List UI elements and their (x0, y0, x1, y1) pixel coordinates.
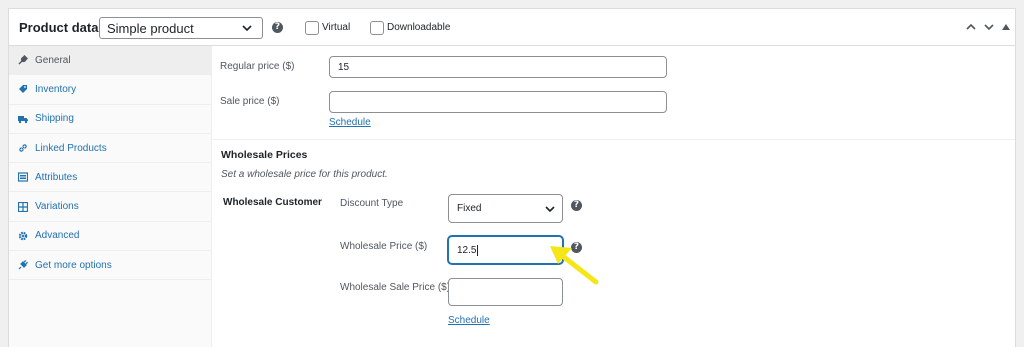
sidebar-item-label: Inventory (35, 83, 77, 95)
product-data-panel: Product data — Simple product ? Virtual … (8, 8, 1016, 347)
sidebar-item-attributes[interactable]: Attributes (9, 163, 211, 193)
sidebar-item-label: Linked Products (35, 142, 107, 154)
sidebar-item-shipping[interactable]: Shipping (9, 105, 211, 134)
annotation-arrow-icon (550, 246, 599, 285)
help-icon[interactable]: ? (272, 22, 283, 33)
chevron-down-icon (545, 206, 555, 213)
sidebar-item-label: Shipping (35, 113, 74, 125)
tag-icon (18, 84, 28, 94)
chevron-down-icon (242, 25, 252, 32)
schedule-link[interactable]: Schedule (329, 117, 371, 128)
truck-icon (18, 114, 28, 124)
regular-price-value: 15 (338, 61, 350, 73)
virtual-label: Virtual (322, 22, 351, 33)
collapse-triangle-icon[interactable] (999, 20, 1013, 34)
discount-type-label: Discount Type (340, 198, 404, 209)
discount-type-value: Fixed (457, 203, 482, 214)
section-divider (213, 139, 1015, 140)
sidebar-item-label: Variations (35, 201, 79, 213)
sale-price-label: Sale price ($) (220, 96, 280, 107)
regular-price-input[interactable]: 15 (329, 56, 667, 78)
sidebar-item-get-more-options[interactable]: Get more options (9, 251, 211, 281)
wholesale-price-label: Wholesale Price ($) (340, 241, 428, 252)
product-data-header: Product data — Simple product ? Virtual … (9, 9, 1015, 46)
product-type-value: Simple product (107, 20, 194, 36)
sale-price-input[interactable] (329, 91, 667, 113)
chevron-up-icon[interactable] (964, 20, 978, 34)
sidebar-item-label: Advanced (35, 230, 80, 242)
plugin-icon (18, 260, 28, 270)
link-icon (18, 143, 28, 153)
sidebar-item-label: General (35, 54, 71, 66)
sidebar-item-label: Attributes (35, 171, 78, 183)
product-type-select[interactable]: Simple product (99, 17, 263, 39)
sidebar-item-advanced[interactable]: Advanced (9, 222, 211, 252)
gear-icon (18, 231, 28, 241)
product-data-tabs: General Inventory Shipping Linked Produc… (9, 46, 212, 347)
sidebar-item-linked-products[interactable]: Linked Products (9, 134, 211, 164)
downloadable-label: Downloadable (387, 22, 451, 33)
wholesale-heading: Wholesale Prices (221, 149, 308, 161)
wholesale-price-value: 12.5 (457, 244, 477, 256)
wholesale-schedule-link[interactable]: Schedule (448, 315, 490, 326)
downloadable-checkbox[interactable] (370, 21, 384, 35)
sidebar-item-label: Get more options (35, 259, 112, 271)
regular-price-label: Regular price ($) (220, 61, 295, 72)
sidebar-item-variations[interactable]: Variations (9, 192, 211, 222)
discount-type-select[interactable]: Fixed (448, 194, 563, 223)
grid-icon (18, 201, 28, 212)
wholesale-role-label: Wholesale Customer (223, 197, 322, 208)
wholesale-description: Set a wholesale price for this product. (221, 169, 388, 180)
wrench-icon (18, 55, 28, 65)
text-caret (477, 244, 479, 256)
list-icon (18, 172, 28, 182)
wholesale-sale-price-label: Wholesale Sale Price ($) (340, 282, 451, 293)
virtual-checkbox[interactable] (305, 21, 319, 35)
sidebar-item-inventory[interactable]: Inventory (9, 75, 211, 105)
sidebar-item-general[interactable]: General (9, 46, 211, 76)
chevron-down-icon[interactable] (982, 20, 996, 34)
help-icon[interactable]: ? (571, 200, 582, 211)
